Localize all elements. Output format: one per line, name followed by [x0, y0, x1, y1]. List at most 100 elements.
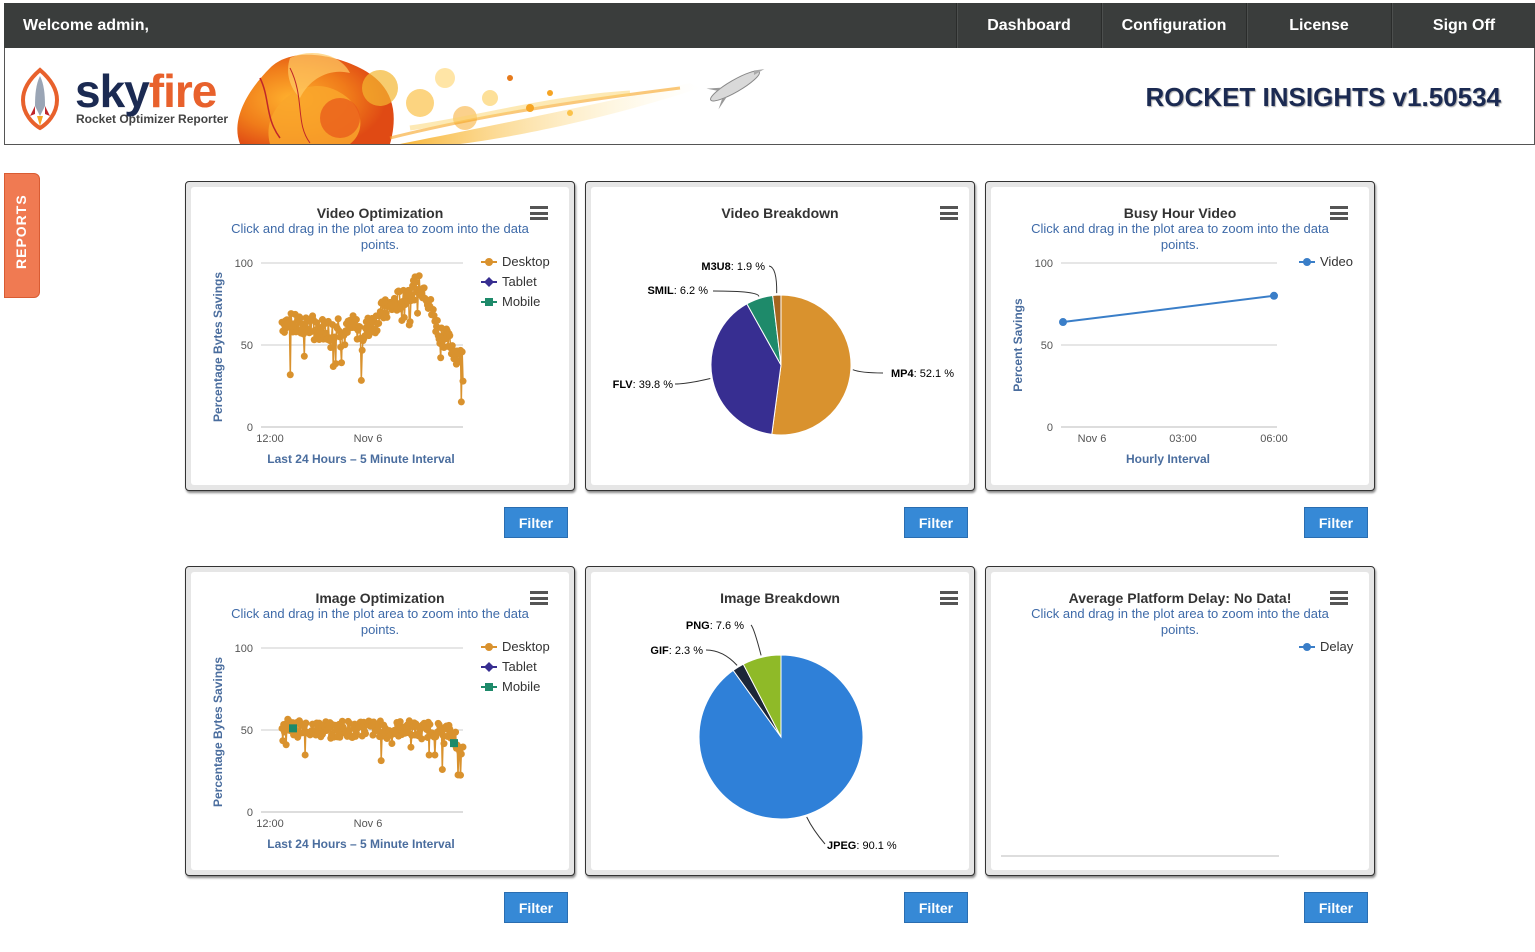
platform-delay-filter-button[interactable]: Filter: [1304, 892, 1368, 923]
data-point: [377, 757, 385, 765]
chart-legend[interactable]: Delay: [1299, 639, 1354, 654]
pie-connector: [712, 290, 760, 297]
chart-legend[interactable]: Video: [1299, 254, 1353, 269]
data-point: [338, 359, 346, 367]
pie-label-smil: SMIL: 6.2 %: [647, 285, 708, 297]
brand-fire: fire: [148, 65, 218, 117]
nav-dashboard[interactable]: Dashboard: [956, 3, 1101, 48]
reports-side-tab[interactable]: REPORTS: [4, 173, 40, 298]
platform-delay-panel: Average Platform Delay: No Data! Click a…: [985, 566, 1375, 876]
data-point: [301, 751, 309, 759]
pie-connector: [768, 265, 778, 294]
data-point: [459, 743, 467, 751]
skyfire-logo-icon: [20, 67, 60, 131]
data-point: [406, 318, 414, 326]
pie-label-mp4: MP4: 52.1 %: [891, 368, 954, 380]
data-point: [431, 751, 439, 759]
nav-license[interactable]: License: [1246, 3, 1391, 48]
video-optimization-chart[interactable]: 100 50 0 12:00 Nov 6 Last 24 Hours – 5 M…: [191, 187, 569, 485]
video-breakdown-panel: Video Breakdown MP4: 52.1 % FLV: 39.8 % SM…: [585, 181, 975, 491]
pie-slice-mp4: [771, 294, 852, 436]
x-axis-label: Last 24 Hours – 5 Minute Interval: [267, 452, 454, 466]
busy-hour-video-filter-button[interactable]: Filter: [1304, 507, 1368, 538]
image-optimization-panel: Image Optimization Click and drag in the…: [185, 566, 575, 876]
pie-connector: [852, 369, 884, 374]
data-point: [415, 272, 423, 280]
video-breakdown-pie[interactable]: MP4: 52.1 % FLV: 39.8 % SMIL: 6.2 % M3U8: 1…: [591, 187, 969, 485]
image-optimization-chart[interactable]: 100 50 0 12:00 Nov 6 Last 24 Hours – 5 M…: [191, 572, 569, 870]
data-point: [433, 316, 441, 324]
brand-subtitle: Rocket Optimizer Reporter: [76, 112, 229, 126]
data-point: [412, 278, 420, 286]
data-point: [407, 743, 415, 751]
image-breakdown-filter-button[interactable]: Filter: [904, 892, 968, 923]
platform-delay-chart[interactable]: Delay: [991, 572, 1369, 870]
x-tick-label: Nov 6: [354, 818, 383, 830]
data-point: [438, 766, 446, 774]
data-point: [414, 309, 422, 317]
x-axis-label: Last 24 Hours – 5 Minute Interval: [267, 837, 454, 851]
x-tick-label: 12:00: [256, 433, 284, 445]
data-point: [375, 319, 383, 327]
video-optimization-panel: Video Optimization Click and drag in the…: [185, 181, 575, 491]
brand-logo: skyfire: [75, 64, 218, 118]
nav-sign-off[interactable]: Sign Off: [1391, 3, 1535, 48]
y-axis-label: Percent Savings: [1011, 298, 1025, 392]
pie-connector: [705, 649, 738, 666]
series-line: [1062, 294, 1275, 324]
video-breakdown-filter-button[interactable]: Filter: [904, 507, 968, 538]
data-point: [358, 346, 366, 354]
y-tick-label: 0: [247, 807, 253, 819]
y-axis-label: Percentage Bytes Savings: [211, 272, 225, 422]
data-point: [455, 358, 463, 366]
data-point: [450, 739, 458, 748]
data-point: [1270, 291, 1278, 300]
data-point: [410, 296, 418, 304]
data-point: [459, 377, 467, 385]
data-point: [440, 740, 448, 748]
chart-legend[interactable]: Desktop Tablet Mobile: [481, 639, 550, 694]
data-point: [327, 344, 335, 352]
x-axis-label: Hourly Interval: [1126, 452, 1210, 466]
legend-video: Video: [1320, 254, 1353, 269]
legend-mobile: Mobile: [502, 294, 540, 309]
y-axis-label: Percentage Bytes Savings: [211, 657, 225, 807]
brand-sky: sky: [75, 65, 150, 117]
legend-tablet: Tablet: [502, 659, 537, 674]
busy-hour-video-chart[interactable]: 100 50 0 Nov 6 03:00 06:00 Hourly Interv…: [991, 187, 1369, 485]
video-series: [1059, 291, 1278, 327]
welcome-text: Welcome admin,: [23, 17, 149, 34]
data-point: [388, 739, 396, 747]
legend-desktop: Desktop: [502, 254, 550, 269]
data-point: [334, 315, 342, 323]
reports-tab-label: REPORTS: [13, 194, 29, 269]
y-tick-label: 0: [247, 422, 253, 434]
data-point: [427, 295, 435, 303]
data-point: [289, 724, 297, 733]
nav-configuration[interactable]: Configuration: [1101, 3, 1246, 48]
data-point: [426, 720, 434, 728]
data-point: [341, 341, 349, 349]
chart-legend[interactable]: Desktop Tablet Mobile: [481, 254, 550, 309]
pie-label-gif: GIF: 2.3 %: [650, 645, 703, 657]
data-point: [457, 771, 465, 779]
data-point: [383, 313, 391, 321]
y-tick-label: 50: [1041, 340, 1053, 352]
data-point: [300, 352, 308, 360]
legend-mobile: Mobile: [502, 679, 540, 694]
busy-hour-video-panel: Busy Hour Video Click and drag in the pl…: [985, 181, 1375, 491]
pie-label-jpeg: JPEG: 90.1 %: [827, 840, 897, 852]
data-point: [282, 741, 290, 749]
data-point: [457, 398, 465, 406]
data-point: [352, 316, 360, 324]
image-optimization-filter-button[interactable]: Filter: [504, 892, 568, 923]
y-tick-label: 100: [235, 643, 253, 655]
data-point: [458, 348, 466, 356]
pie-label-m3u8: M3U8: 1.9 %: [701, 261, 765, 273]
legend-tablet: Tablet: [502, 274, 537, 289]
image-breakdown-pie[interactable]: JPEG: 90.1 % GIF: 2.3 % PNG: 7.6 %: [591, 572, 969, 870]
x-tick-label: 03:00: [1169, 433, 1197, 445]
x-tick-label: 12:00: [256, 818, 284, 830]
data-point: [1059, 318, 1067, 327]
video-optimization-filter-button[interactable]: Filter: [504, 507, 568, 538]
